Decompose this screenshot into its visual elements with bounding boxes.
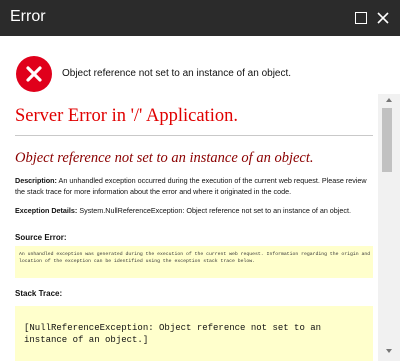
- exception-paragraph: Exception Details: System.NullReferenceE…: [15, 206, 373, 217]
- page-subheading: Object reference not set to an instance …: [15, 150, 314, 166]
- maximize-icon: [355, 12, 367, 24]
- scroll-down-arrow-icon[interactable]: [383, 345, 395, 357]
- stack-trace-label: Stack Trace:: [15, 289, 63, 298]
- stack-trace-box: [NullReferenceException: Object referenc…: [15, 306, 373, 361]
- error-page-content: Server Error in '/' Application. Object …: [0, 94, 378, 361]
- divider: [15, 135, 373, 136]
- exception-label: Exception Details:: [15, 206, 78, 215]
- page-heading: Server Error in '/' Application.: [15, 106, 238, 126]
- description-text: An unhandled exception occurred during t…: [15, 176, 367, 196]
- scroll-up-arrow-icon[interactable]: [383, 94, 395, 106]
- vertical-scrollbar[interactable]: [378, 94, 400, 361]
- source-error-label: Source Error:: [15, 233, 67, 242]
- description-label: Description:: [15, 176, 57, 185]
- exception-text: System.NullReferenceException: Object re…: [79, 206, 351, 215]
- source-error-box: An unhandled exception was generated dur…: [15, 246, 373, 278]
- window-title: Error: [10, 8, 46, 25]
- maximize-button[interactable]: [350, 0, 372, 36]
- close-button[interactable]: [372, 0, 394, 36]
- window-titlebar: Error: [0, 0, 400, 36]
- scrollbar-thumb[interactable]: [382, 108, 392, 172]
- error-message: Object reference not set to an instance …: [62, 68, 292, 79]
- source-error-text: An unhandled exception was generated dur…: [19, 252, 371, 264]
- error-circle-x-icon: [16, 56, 52, 92]
- description-paragraph: Description: An unhandled exception occu…: [15, 176, 373, 197]
- close-icon: [377, 12, 389, 24]
- stack-trace-text: [NullReferenceException: Object referenc…: [24, 323, 322, 345]
